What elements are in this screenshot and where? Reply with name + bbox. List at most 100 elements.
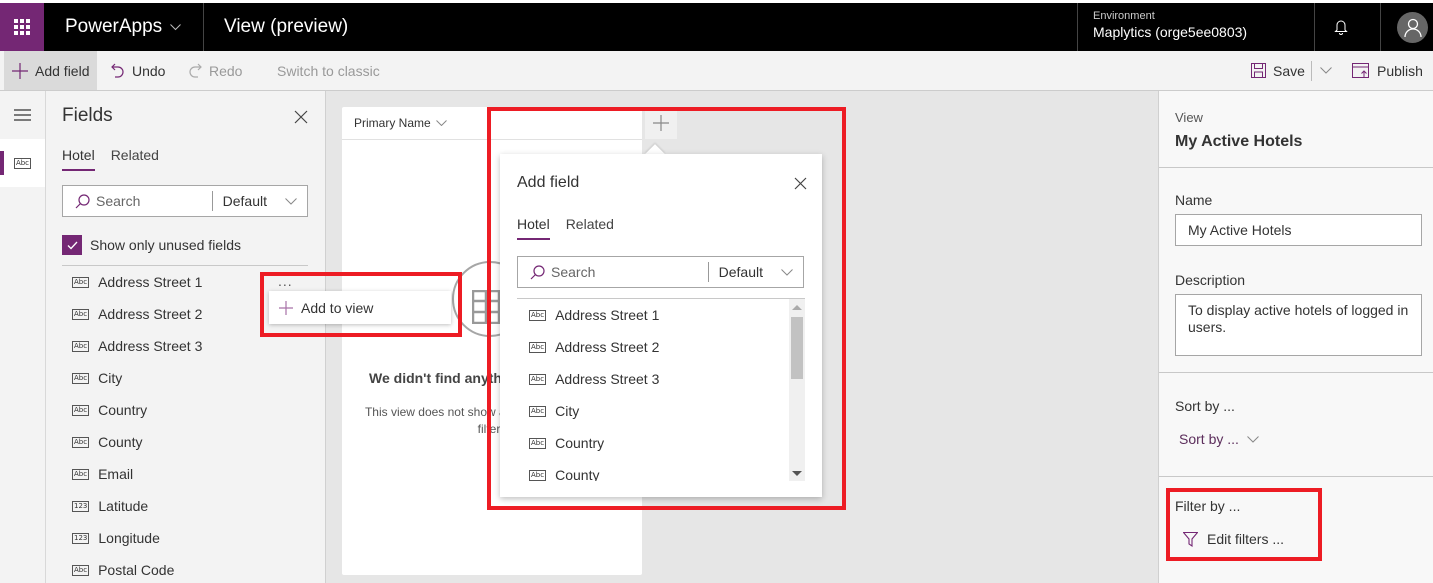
sort-by-dropdown[interactable]: Sort by ... <box>1179 431 1259 447</box>
field-list-item[interactable]: 123 Longitude <box>62 522 308 554</box>
text-field-icon: Abc <box>529 373 547 385</box>
name-input[interactable]: My Active Hotels <box>1175 214 1422 246</box>
fields-filter-dropdown[interactable]: Default <box>213 193 307 209</box>
switch-to-classic-button[interactable]: Switch to classic <box>277 51 380 90</box>
close-callout-button[interactable] <box>788 171 812 195</box>
field-list-item[interactable]: Abc Postal Code <box>62 554 308 583</box>
field-label: Country <box>555 435 605 451</box>
environment-picker[interactable]: Environment Maplytics (orge5ee0803) <box>1093 10 1247 40</box>
divider <box>1380 3 1381 51</box>
text-field-icon: Abc <box>72 308 90 320</box>
field-label: City <box>555 403 580 419</box>
save-label: Save <box>1273 62 1305 79</box>
save-button[interactable]: Save <box>1251 51 1305 90</box>
hamburger-icon <box>14 109 31 121</box>
field-list-item[interactable]: Abc Country <box>62 394 308 426</box>
name-label: Name <box>1175 192 1213 208</box>
user-avatar[interactable] <box>1397 12 1428 43</box>
field-list-item[interactable]: Abc City <box>62 362 308 394</box>
fields-search-input[interactable]: Search <box>96 193 212 209</box>
field-list-item[interactable]: Abc Email <box>62 458 308 490</box>
text-field-icon: Abc <box>529 309 547 321</box>
plus-icon <box>279 300 293 315</box>
field-list-item[interactable]: Abc County <box>62 426 308 458</box>
plus-icon <box>653 115 669 131</box>
field-list-item[interactable]: Abc Address Street 2 <box>517 331 805 363</box>
filter-by-label: Filter by ... <box>1175 498 1241 514</box>
callout-filter-dropdown[interactable]: Default <box>709 264 803 280</box>
text-field-icon: Abc <box>72 404 90 416</box>
app-name[interactable]: PowerApps <box>65 3 162 51</box>
field-label: Address Street 2 <box>98 306 203 322</box>
tab-hotel[interactable]: Hotel <box>62 147 95 171</box>
field-list-item[interactable]: Abc Address Street 3 <box>517 363 805 395</box>
undo-button[interactable]: Undo <box>111 51 165 90</box>
callout-scrollbar[interactable] <box>789 299 805 481</box>
active-indicator <box>0 151 4 175</box>
switch-to-classic-label: Switch to classic <box>277 62 380 79</box>
app-launcher-button[interactable] <box>0 3 44 51</box>
field-label: Email <box>98 466 134 482</box>
add-field-label: Add field <box>35 62 90 79</box>
tab-related[interactable]: Related <box>566 216 614 240</box>
add-to-view-menu-item[interactable]: Add to view <box>269 291 451 324</box>
number-field-icon: 123 <box>72 500 90 512</box>
checkbox-checked[interactable] <box>62 235 82 255</box>
field-label: Address Street 1 <box>555 307 660 323</box>
field-list-item[interactable]: 123 Latitude <box>62 490 308 522</box>
hamburger-menu-button[interactable] <box>0 91 45 139</box>
save-options-dropdown[interactable] <box>1320 51 1339 90</box>
field-list-item[interactable]: Abc County <box>517 459 805 481</box>
field-label: County <box>555 467 600 481</box>
environment-name: Maplytics (orge5ee0803) <box>1093 24 1248 40</box>
description-textarea[interactable]: To display active hotels of logged in us… <box>1175 294 1422 356</box>
plus-icon <box>12 62 28 79</box>
field-label: Address Street 3 <box>98 338 203 354</box>
rail-fields-button[interactable]: Abc <box>0 139 45 187</box>
field-list-item[interactable]: Abc Address Street 3 <box>62 330 308 362</box>
scroll-down-arrow-icon[interactable] <box>792 471 802 476</box>
add-to-view-label: Add to view <box>301 299 374 316</box>
publish-button[interactable]: Publish <box>1352 51 1423 90</box>
text-field-icon: Abc <box>529 341 547 353</box>
field-list-item[interactable]: Abc Country <box>517 427 805 459</box>
edit-filters-button[interactable]: Edit filters ... <box>1183 531 1284 547</box>
notifications-button[interactable] <box>1314 3 1368 51</box>
field-list-item[interactable]: Abc City <box>517 395 805 427</box>
callout-search-box: Search Default <box>517 256 804 288</box>
top-bar: PowerApps View (preview) Environment Map… <box>0 3 1433 51</box>
command-bar: Add field Undo Redo Switch to classic Sa… <box>0 51 1433 91</box>
field-label: Longitude <box>98 530 160 546</box>
callout-search-input[interactable]: Search <box>551 264 708 280</box>
show-unused-fields-checkbox[interactable]: Show only unused fields <box>62 235 241 255</box>
chevron-down-icon <box>435 120 447 126</box>
scroll-thumb[interactable] <box>791 317 803 379</box>
field-label: Address Street 1 <box>98 274 203 290</box>
fields-tabs: Hotel Related <box>62 147 159 171</box>
tab-related[interactable]: Related <box>111 147 159 171</box>
add-field-button[interactable]: Add field <box>4 51 98 90</box>
tab-hotel[interactable]: Hotel <box>517 216 550 240</box>
divider <box>1311 61 1312 81</box>
chevron-down-icon[interactable] <box>170 3 181 51</box>
text-field-icon: Abc <box>72 372 90 384</box>
fields-filter-value: Default <box>222 193 267 209</box>
description-label: Description <box>1175 272 1246 288</box>
scroll-up-arrow-icon[interactable] <box>792 305 802 310</box>
save-icon <box>1251 63 1266 78</box>
environment-label: Environment <box>1093 10 1155 22</box>
redo-icon <box>189 63 202 78</box>
search-icon <box>530 264 545 279</box>
publish-label: Publish <box>1377 62 1423 79</box>
fields-search-box: Search Default <box>62 185 308 217</box>
field-label: City <box>98 370 123 386</box>
add-column-button[interactable] <box>645 107 677 139</box>
callout-tabs: Hotel Related <box>517 216 614 240</box>
field-list-item[interactable]: Abc Address Street 1 <box>517 299 805 331</box>
close-fields-panel-button[interactable] <box>289 105 313 129</box>
waffle-icon <box>14 19 30 35</box>
callout-title: Add field <box>517 174 580 191</box>
column-header-primary-name[interactable]: Primary Name <box>342 107 642 140</box>
more-options-button[interactable]: ... <box>278 273 293 289</box>
redo-button[interactable]: Redo <box>188 51 242 90</box>
